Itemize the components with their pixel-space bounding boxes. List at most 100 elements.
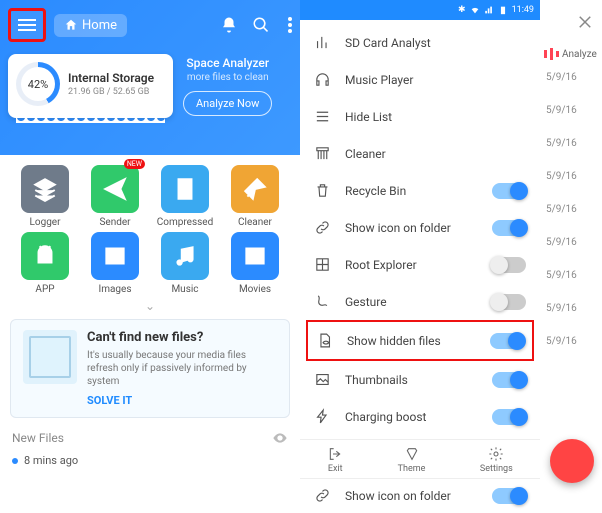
tile-label: Cleaner [238,217,272,228]
bottom-bar: Exit Theme Settings [300,439,540,478]
date-cell: 5/9/16 [546,72,596,83]
signal-icon [484,5,494,15]
home-label: Home [82,18,117,33]
tile-app[interactable]: APP [10,232,80,295]
extra-toggle[interactable] [492,488,526,504]
storage-card[interactable]: 42% Internal Storage 21.96 GB / 52.65 GB [8,54,173,118]
setting-charging-boost[interactable]: Charging boost [300,398,540,435]
search-icon[interactable] [252,16,270,34]
extra-row[interactable]: Show icon on folder [300,478,540,512]
bottom-label: Exit [328,464,343,474]
setting-root-explorer[interactable]: Root Explorer [300,246,540,283]
android-icon [21,232,69,280]
more-icon[interactable] [288,17,292,33]
toggle[interactable] [492,372,526,388]
new-file-item[interactable]: 8 mins ago [0,452,300,469]
setting-show-hidden-files[interactable]: Show hidden files [306,320,534,361]
bottom-label: Theme [398,464,426,474]
bolt-icon [314,408,331,425]
toggle[interactable] [492,183,526,199]
promo-cta[interactable]: SOLVE IT [87,394,277,407]
tile-logger[interactable]: Logger [10,165,80,228]
battery-icon [498,5,508,15]
setting-thumbnails[interactable]: Thumbnails [300,361,540,398]
exit-icon [327,446,343,462]
setting-label: Show icon on folder [345,221,478,235]
bell-icon[interactable] [220,16,238,34]
space-analyzer: Space Analyzer more files to clean Analy… [183,56,272,116]
date-cell: 5/9/16 [546,270,596,281]
tile-label: Compressed [157,217,213,228]
storage-percent: 42% [21,67,55,101]
setting-gesture[interactable]: Gesture [300,283,540,320]
setting-hide-list[interactable]: Hide List [300,98,540,135]
header: Home 42% Internal Storage 21.96 GB / 52.… [0,0,300,155]
setting-recycle-bin[interactable]: Recycle Bin [300,172,540,209]
toggle[interactable] [492,220,526,236]
setting-label: Gesture [345,295,478,309]
broom-icon [314,145,331,162]
setting-label: Charging boost [345,410,478,424]
broom-icon [231,165,279,213]
eye-icon [272,430,288,446]
analyze-label: Analyze [562,49,597,60]
setting-show-icon-on-folder[interactable]: Show icon on folder [300,209,540,246]
toggle[interactable] [492,294,526,310]
tile-label: Logger [29,217,60,228]
bottom-label: Settings [480,464,513,474]
home-icon [64,18,78,32]
analyze-chip[interactable]: Analyze [544,48,598,60]
bottom-settings[interactable]: Settings [480,446,513,474]
tile-images[interactable]: Images [80,232,150,295]
right-sliver: Analyze 5/9/165/9/165/9/165/9/165/9/165/… [540,0,602,513]
new-files-label: New Files [12,431,64,445]
tile-label: APP [35,284,54,295]
analyzer-title: Space Analyzer [183,56,272,70]
setting-sd-card-analyst[interactable]: SD Card Analyst [300,24,540,61]
date-column: 5/9/165/9/165/9/165/9/165/9/165/9/165/9/… [540,64,602,355]
fab-analyze[interactable] [550,439,594,483]
menu-button[interactable] [8,8,46,42]
storage-title: Internal Storage [68,71,154,85]
toggle[interactable] [492,257,526,273]
bottom-exit[interactable]: Exit [327,446,343,474]
settings-panel: ✱ 11:49 SD Card Analyst Music Player Hid… [300,0,540,513]
gesture-icon [314,293,331,310]
gear-icon [488,446,504,462]
tile-label: Movies [239,284,271,295]
tile-music[interactable]: Music [150,232,220,295]
tile-label: Music [171,284,198,295]
extra-label: Show icon on folder [345,489,478,503]
promo-illustration [23,330,77,384]
setting-label: Hide List [345,110,526,124]
home-chip[interactable]: Home [54,14,127,37]
new-badge: NEW [124,159,145,169]
category-grid: Logger NEW Sender Compressed Cleaner APP… [0,155,300,295]
setting-label: Show hidden files [347,334,476,348]
analyze-button[interactable]: Analyze Now [183,91,272,116]
bullet-icon [12,458,18,464]
setting-music-player[interactable]: Music Player [300,61,540,98]
date-cell: 5/9/16 [546,336,596,347]
bottom-theme[interactable]: Theme [398,446,426,474]
picture-icon [314,371,331,388]
promo-card[interactable]: Can't find new files? It's usually becau… [10,319,290,418]
bars-icon [563,452,581,470]
toggle[interactable] [492,409,526,425]
chevron-down-icon[interactable]: ⌄ [0,299,300,313]
toggle[interactable] [490,333,524,349]
setting-cleaner[interactable]: Cleaner [300,135,540,172]
headphone-icon [314,71,331,88]
tile-compressed[interactable]: Compressed [150,165,220,228]
new-file-time: 8 mins ago [24,454,78,467]
setting-label: Root Explorer [345,258,478,272]
bars-icon [314,34,331,51]
new-files-header[interactable]: New Files [0,424,300,452]
close-icon[interactable] [576,13,594,31]
tile-movies[interactable]: Movies [220,232,290,295]
date-cell: 5/9/16 [546,171,596,182]
setting-label: Cleaner [345,147,526,161]
tile-cleaner[interactable]: Cleaner [220,165,290,228]
link-icon [314,219,331,236]
tile-sender[interactable]: NEW Sender [80,165,150,228]
